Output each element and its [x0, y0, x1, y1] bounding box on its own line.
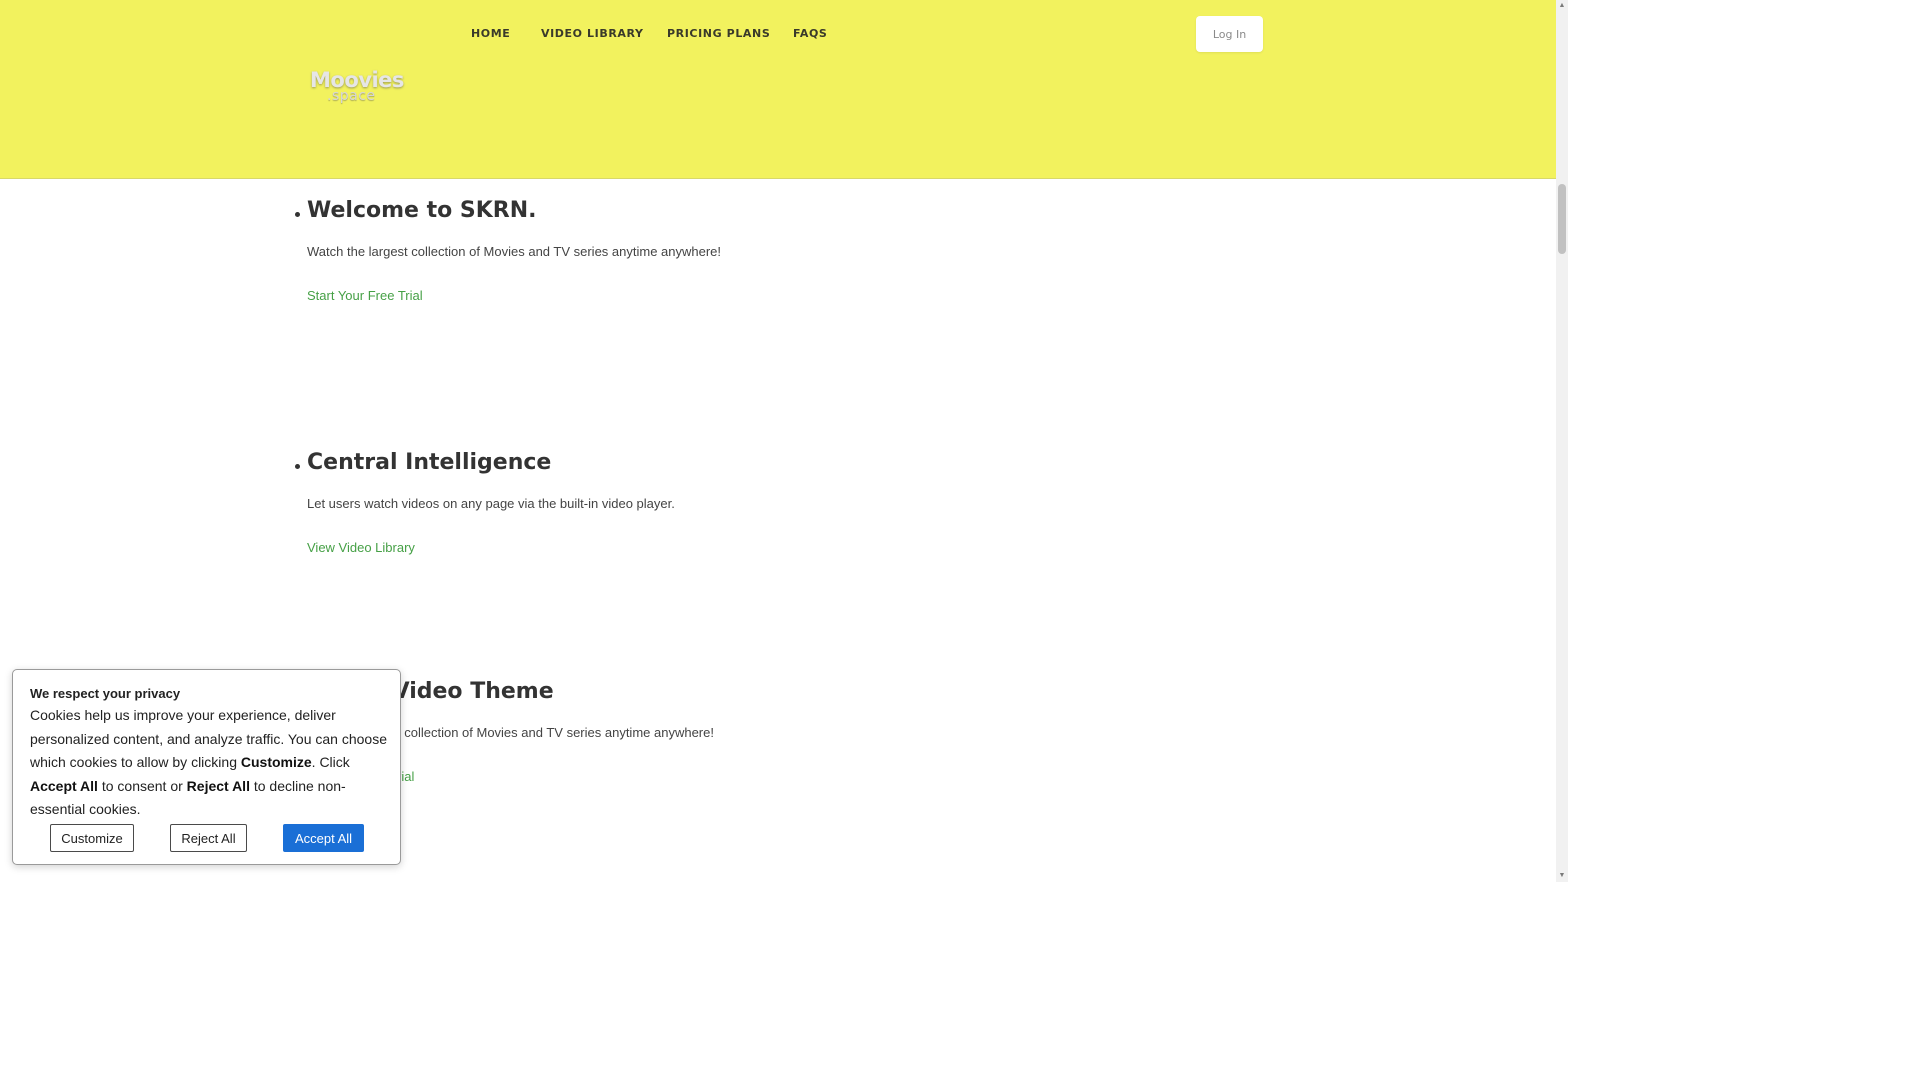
list-bullet — [295, 464, 300, 469]
customize-button[interactable]: Customize — [50, 824, 134, 852]
slide-title: Welcome to SKRN. — [307, 198, 537, 223]
nav-pricing-plans[interactable]: PRICING PLANS — [667, 27, 770, 40]
slide-description: t collection of Movies and TV series any… — [397, 725, 714, 740]
cookie-text-accept: Accept All — [30, 777, 98, 794]
cookie-text-reject: Reject All — [186, 777, 250, 794]
reject-all-button[interactable]: Reject All — [170, 824, 247, 852]
cookie-text-customize: Customize — [240, 754, 312, 770]
vertical-scrollbar[interactable]: ▲ ▼ — [1556, 0, 1568, 882]
nav-video-library[interactable]: VIDEO LIBRARY — [541, 27, 644, 40]
site-header: HOME VIDEO LIBRARY PRICING PLANS FAQS Lo… — [0, 0, 1556, 179]
cookie-banner-title: We respect your privacy — [30, 686, 181, 701]
scrollbar-thumb[interactable] — [1558, 184, 1566, 254]
cookie-text-part: . Click — [311, 754, 350, 770]
login-button[interactable]: Log In — [1196, 16, 1263, 52]
list-bullet — [295, 212, 300, 217]
cookie-consent-banner: We respect your privacy Cookies help us … — [12, 669, 401, 865]
start-free-trial-link[interactable]: Start Your Free Trial — [307, 288, 423, 303]
cookie-banner-text: Cookies help us improve your experience,… — [30, 704, 392, 822]
nav-faqs[interactable]: FAQS — [793, 27, 827, 40]
slide-title: Central Intelligence — [307, 450, 552, 475]
view-video-library-link[interactable]: View Video Library — [307, 540, 415, 555]
site-logo[interactable]: Moovies .space — [307, 68, 404, 110]
triangle-up-icon[interactable]: ▲ — [1556, 0, 1568, 12]
cookie-text-part: to consent or — [97, 777, 187, 794]
logo-suffix: .space — [327, 88, 376, 104]
slide-description: Let users watch videos on any page via t… — [307, 496, 675, 511]
accept-all-button[interactable]: Accept All — [283, 824, 364, 852]
slide-description: Watch the largest collection of Movies a… — [307, 244, 722, 259]
nav-home[interactable]: HOME — [471, 27, 510, 40]
triangle-down-icon[interactable]: ▼ — [1556, 870, 1568, 882]
